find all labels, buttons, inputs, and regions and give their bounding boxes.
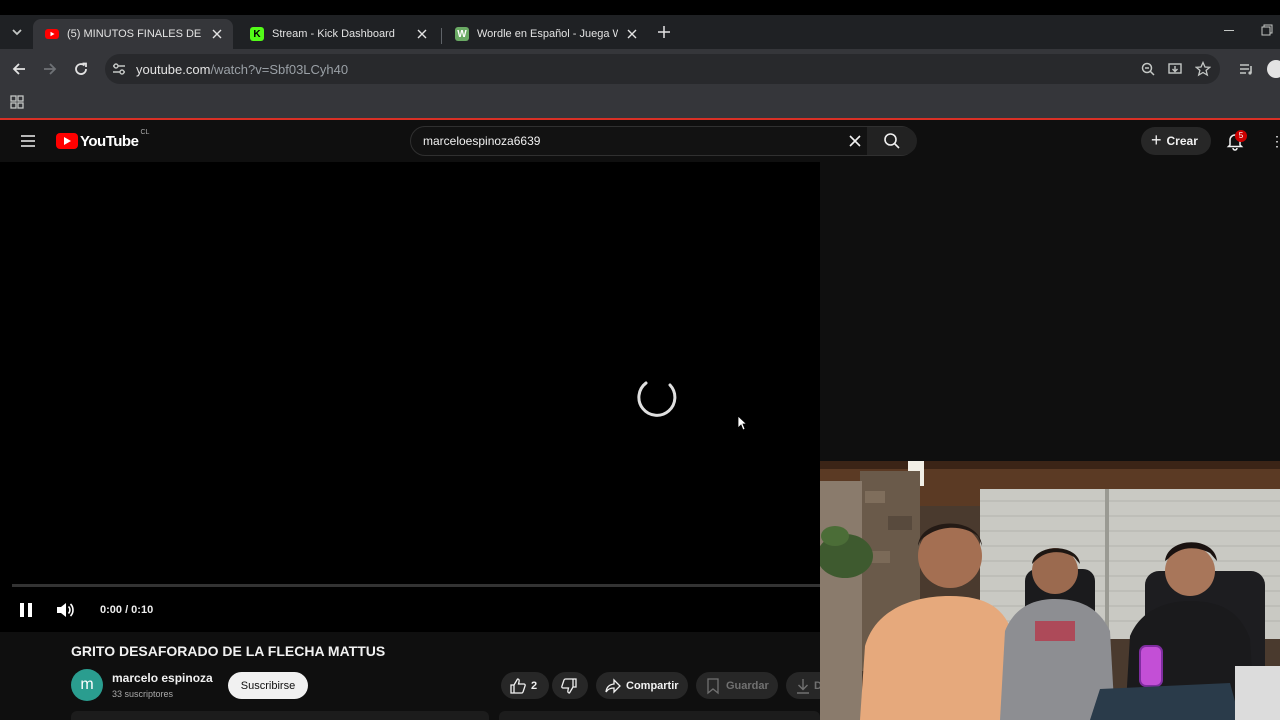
save-button[interactable]: Guardar <box>696 672 778 699</box>
tab-youtube[interactable]: (5) MINUTOS FINALES DE INFA <box>33 19 233 49</box>
kick-icon: K <box>250 27 264 41</box>
youtube-logo[interactable]: YouTube CL <box>56 129 150 151</box>
bookmarks-bar <box>0 89 1280 118</box>
youtube-masthead: YouTube CL marceloespinoza6639 + Crear 5… <box>0 120 1280 162</box>
forward-arrow-icon[interactable] <box>41 60 59 78</box>
thumbs-down-icon <box>561 677 577 694</box>
wordle-icon: W <box>455 27 469 41</box>
search-input[interactable]: marceloespinoza6639 <box>423 134 540 148</box>
tab-title: (5) MINUTOS FINALES DE INFA <box>67 28 203 40</box>
hamburger-menu-icon[interactable] <box>18 132 38 150</box>
bookmark-icon <box>707 677 719 694</box>
create-button[interactable]: + Crear <box>1141 127 1211 155</box>
clear-search-icon[interactable] <box>848 134 862 148</box>
install-app-icon[interactable] <box>1167 61 1183 77</box>
channel-name[interactable]: marcelo espinoza <box>112 671 213 685</box>
subscribe-button[interactable]: Suscribirse <box>228 672 308 699</box>
apps-grid-icon[interactable] <box>10 95 24 109</box>
tab-kick-dashboard[interactable]: K Stream - Kick Dashboard <box>238 19 438 49</box>
dislike-button[interactable] <box>552 672 588 699</box>
url-text: youtube.com/watch?v=Sbf03LCyh40 <box>136 62 348 77</box>
save-label: Guardar <box>726 679 769 692</box>
loading-spinner-icon <box>637 381 677 417</box>
plus-icon: + <box>1151 129 1162 150</box>
search-box[interactable]: marceloespinoza6639 <box>410 126 917 156</box>
browser-toolbar: youtube.com/watch?v=Sbf03LCyh40 <box>0 49 1280 89</box>
search-button[interactable] <box>867 127 917 155</box>
share-button[interactable]: Compartir <box>596 672 688 699</box>
volume-icon[interactable] <box>55 600 75 620</box>
download-icon <box>797 678 809 694</box>
logo-text: YouTube <box>80 132 139 150</box>
like-button[interactable]: 2 <box>501 672 549 699</box>
close-tab-icon[interactable] <box>209 26 225 42</box>
youtube-play-icon <box>56 133 78 149</box>
address-bar[interactable]: youtube.com/watch?v=Sbf03LCyh40 <box>105 54 1220 84</box>
share-arrow-icon <box>605 677 621 694</box>
webcam-overlay <box>820 461 1280 720</box>
notification-count-badge: 5 <box>1235 130 1247 142</box>
like-count: 2 <box>531 679 538 692</box>
tab-wordle[interactable]: W Wordle en Español - Juega Wor <box>443 19 648 49</box>
close-tab-icon[interactable] <box>624 26 640 42</box>
back-arrow-icon[interactable] <box>10 60 28 78</box>
video-progress-bar[interactable] <box>12 584 820 587</box>
video-title: GRITO DESAFORADO DE LA FLECHA MATTUS <box>71 643 386 659</box>
video-player[interactable] <box>0 162 820 632</box>
description-box[interactable] <box>71 711 489 720</box>
minimize-icon[interactable] <box>1221 22 1237 38</box>
url-path: /watch?v=Sbf03LCyh40 <box>210 62 349 77</box>
media-controls-icon[interactable] <box>1237 60 1255 78</box>
thumbs-up-icon <box>510 677 526 694</box>
channel-avatar[interactable]: m <box>71 669 103 701</box>
close-tab-icon[interactable] <box>414 26 430 42</box>
tab-bar: (5) MINUTOS FINALES DE INFA K Stream - K… <box>0 15 1280 49</box>
url-host: youtube.com <box>136 62 211 77</box>
share-label: Compartir <box>626 679 679 692</box>
country-code: CL <box>140 129 150 136</box>
search-icon <box>884 133 900 149</box>
mouse-cursor-icon <box>737 415 747 431</box>
more-options-icon[interactable]: ⋮ <box>1270 134 1280 148</box>
site-settings-icon[interactable] <box>111 61 127 77</box>
window-top-strip <box>0 0 1280 15</box>
reload-icon[interactable] <box>72 60 90 78</box>
restore-icon[interactable] <box>1259 22 1275 38</box>
webcam-scene-image <box>820 461 1280 720</box>
time-display: 0:00 / 0:10 <box>100 604 154 616</box>
pause-icon[interactable] <box>16 600 36 620</box>
new-tab-plus-icon[interactable] <box>655 23 673 41</box>
comments-box[interactable] <box>499 711 820 720</box>
profile-avatar[interactable] <box>1267 60 1280 78</box>
tab-title: Wordle en Español - Juega Wor <box>477 28 618 40</box>
tab-title: Stream - Kick Dashboard <box>272 28 395 40</box>
zoom-icon[interactable] <box>1140 61 1156 77</box>
tab-search-chevron-icon[interactable] <box>8 23 26 41</box>
create-label: Crear <box>1166 134 1198 148</box>
tab-divider <box>441 28 442 44</box>
youtube-icon <box>45 27 59 41</box>
subscriber-count: 33 suscriptores <box>112 689 174 699</box>
bookmark-star-icon[interactable] <box>1195 61 1211 77</box>
